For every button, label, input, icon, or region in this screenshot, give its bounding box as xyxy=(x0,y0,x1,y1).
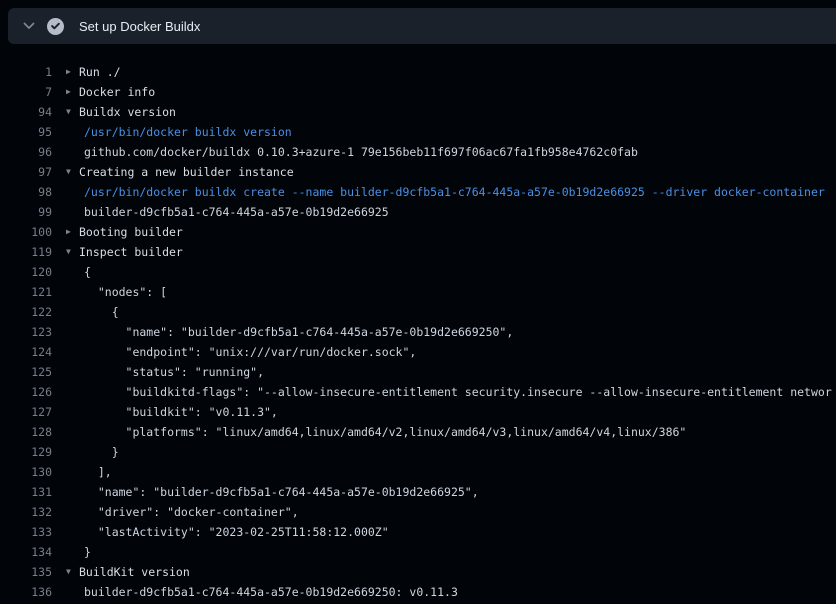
output-text: { xyxy=(84,265,91,279)
output-text: builder-d9cfb5a1-c764-445a-a57e-0b19d2e6… xyxy=(84,205,389,219)
line-number[interactable]: 7 xyxy=(0,85,52,99)
output-text: ], xyxy=(84,465,112,479)
output-text: "buildkit": "v0.11.3", xyxy=(84,405,278,419)
step-header[interactable]: Set up Docker Buildx xyxy=(8,8,836,44)
group-title[interactable]: Booting builder xyxy=(79,225,183,239)
output-text: { xyxy=(84,305,119,319)
log-line: 128 "platforms": "linux/amd64,linux/amd6… xyxy=(0,422,836,442)
line-number[interactable]: 120 xyxy=(0,265,52,279)
check-circle-icon xyxy=(47,18,64,35)
group-expanded-triangle-icon[interactable]: ▼ xyxy=(66,562,79,582)
log-line: 121 "nodes": [ xyxy=(0,282,836,302)
log-line: 1 ▶Run ./ xyxy=(0,62,836,82)
group-title[interactable]: Run ./ xyxy=(79,65,121,79)
log-line: 123 "name": "builder-d9cfb5a1-c764-445a-… xyxy=(0,322,836,342)
line-number[interactable]: 97 xyxy=(0,165,52,179)
group-expanded-triangle-icon[interactable]: ▼ xyxy=(66,242,79,262)
step-title: Set up Docker Buildx xyxy=(79,19,200,34)
line-number[interactable]: 126 xyxy=(0,385,52,399)
output-text: } xyxy=(84,445,119,459)
group-expanded-triangle-icon[interactable]: ▼ xyxy=(66,102,79,122)
line-number[interactable]: 100 xyxy=(0,225,52,239)
group-collapsed-triangle-icon[interactable]: ▶ xyxy=(66,82,79,102)
log-lines: 1▶Run ./7▶Docker info94▼Buildx version95… xyxy=(0,62,836,602)
output-text: github.com/docker/buildx 0.10.3+azure-1 … xyxy=(84,145,638,159)
group-title[interactable]: BuildKit version xyxy=(79,565,190,579)
log-line: 100 ▶Booting builder xyxy=(0,222,836,242)
group-collapsed-triangle-icon[interactable]: ▶ xyxy=(66,222,79,242)
log-line: 135 ▼BuildKit version xyxy=(0,562,836,582)
line-number[interactable]: 95 xyxy=(0,125,52,139)
line-number[interactable]: 133 xyxy=(0,525,52,539)
line-number[interactable]: 135 xyxy=(0,565,52,579)
group-collapsed-triangle-icon[interactable]: ▶ xyxy=(66,62,79,82)
line-number[interactable]: 128 xyxy=(0,425,52,439)
log-line: 99 builder-d9cfb5a1-c764-445a-a57e-0b19d2… xyxy=(0,202,836,222)
line-number[interactable]: 119 xyxy=(0,245,52,259)
output-text: "platforms": "linux/amd64,linux/amd64/v2… xyxy=(84,425,686,439)
log-line: 7 ▶Docker info xyxy=(0,82,836,102)
log-line: 94 ▼Buildx version xyxy=(0,102,836,122)
output-text: "endpoint": "unix:///var/run/docker.sock… xyxy=(84,345,416,359)
chevron-down-icon[interactable] xyxy=(22,19,36,33)
command-text: /usr/bin/docker buildx version xyxy=(84,125,292,139)
output-text: "name": "builder-d9cfb5a1-c764-445a-a57e… xyxy=(84,485,479,499)
log-line: 136 builder-d9cfb5a1-c764-445a-a57e-0b19d… xyxy=(0,582,836,602)
line-number[interactable]: 94 xyxy=(0,105,52,119)
log-line: 132 "driver": "docker-container", xyxy=(0,502,836,522)
output-text: "buildkitd-flags": "--allow-insecure-ent… xyxy=(84,385,832,399)
line-number[interactable]: 131 xyxy=(0,485,52,499)
log-line: 126 "buildkitd-flags": "--allow-insecure… xyxy=(0,382,836,402)
line-number[interactable]: 99 xyxy=(0,205,52,219)
command-text: /usr/bin/docker buildx create --name bui… xyxy=(84,185,825,199)
log-line: 120 { xyxy=(0,262,836,282)
log-line: 97 ▼Creating a new builder instance xyxy=(0,162,836,182)
log-line: 129 } xyxy=(0,442,836,462)
group-title[interactable]: Creating a new builder instance xyxy=(79,165,294,179)
output-text: "status": "running", xyxy=(84,365,264,379)
line-number[interactable]: 129 xyxy=(0,445,52,459)
line-number[interactable]: 122 xyxy=(0,305,52,319)
log-line: 122 { xyxy=(0,302,836,322)
log-line: 125 "status": "running", xyxy=(0,362,836,382)
log-line: 95/usr/bin/docker buildx version xyxy=(0,122,836,142)
log-line: 127 "buildkit": "v0.11.3", xyxy=(0,402,836,422)
log-line: 96 github.com/docker/buildx 0.10.3+azure-… xyxy=(0,142,836,162)
output-text: builder-d9cfb5a1-c764-445a-a57e-0b19d2e6… xyxy=(84,585,458,599)
output-text: "lastActivity": "2023-02-25T11:58:12.000… xyxy=(84,525,389,539)
line-number[interactable]: 132 xyxy=(0,505,52,519)
log-line: 124 "endpoint": "unix:///var/run/docker.… xyxy=(0,342,836,362)
line-number[interactable]: 130 xyxy=(0,465,52,479)
log-line: 130 ], xyxy=(0,462,836,482)
log-line: 119 ▼Inspect builder xyxy=(0,242,836,262)
line-number[interactable]: 125 xyxy=(0,365,52,379)
output-text: "driver": "docker-container", xyxy=(84,505,299,519)
line-number[interactable]: 1 xyxy=(0,65,52,79)
line-number[interactable]: 96 xyxy=(0,145,52,159)
line-number[interactable]: 127 xyxy=(0,405,52,419)
log-line: 131 "name": "builder-d9cfb5a1-c764-445a-… xyxy=(0,482,836,502)
group-title[interactable]: Docker info xyxy=(79,85,155,99)
log-line: 133 "lastActivity": "2023-02-25T11:58:12… xyxy=(0,522,836,542)
group-expanded-triangle-icon[interactable]: ▼ xyxy=(66,162,79,182)
line-number[interactable]: 121 xyxy=(0,285,52,299)
output-text: "nodes": [ xyxy=(84,285,167,299)
line-number[interactable]: 124 xyxy=(0,345,52,359)
line-number[interactable]: 123 xyxy=(0,325,52,339)
log-line: 134} xyxy=(0,542,836,562)
line-number[interactable]: 136 xyxy=(0,585,52,599)
output-text: "name": "builder-d9cfb5a1-c764-445a-a57e… xyxy=(84,325,513,339)
log-line: 98/usr/bin/docker buildx create --name b… xyxy=(0,182,836,202)
output-text: } xyxy=(84,545,91,559)
line-number[interactable]: 134 xyxy=(0,545,52,559)
line-number[interactable]: 98 xyxy=(0,185,52,199)
group-title[interactable]: Inspect builder xyxy=(79,245,183,259)
group-title[interactable]: Buildx version xyxy=(79,105,176,119)
